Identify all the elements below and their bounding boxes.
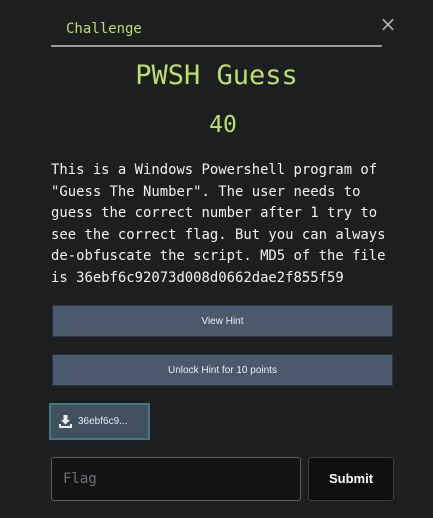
challenge-description: This is a Windows Powershell program of …	[51, 162, 394, 286]
flag-input[interactable]	[51, 457, 301, 501]
file-download-button[interactable]: 36ebf6c9...	[49, 403, 150, 440]
view-hint-button[interactable]: View Hint	[52, 305, 393, 337]
challenge-points: 40	[209, 112, 237, 138]
tab-challenge[interactable]: Challenge	[66, 21, 142, 37]
download-icon	[59, 415, 72, 428]
challenge-title: PWSH Guess	[135, 60, 298, 91]
submit-button[interactable]: Submit	[308, 457, 394, 501]
tab-underline	[51, 45, 382, 47]
file-name-label: 36ebf6c9...	[78, 416, 128, 427]
close-icon[interactable]: ×	[378, 12, 398, 36]
unlock-hint-button[interactable]: Unlock Hint for 10 points	[52, 354, 393, 386]
